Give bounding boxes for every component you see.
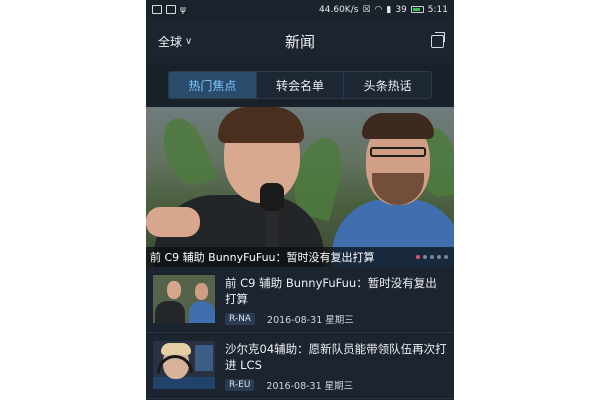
status-bar: ψ 44.60K/s ☒ ◠ ▮ 39 5:11 [146,0,454,19]
status-icons-right: 44.60K/s ☒ ◠ ▮ 39 5:11 [319,5,448,15]
tab-group: 热门焦点 转会名单 头条热话 [168,71,432,99]
nav-bar: 全球 ∨ 新闻 [146,19,454,63]
news-date: 2016-08-31 星期三 [266,381,354,392]
carousel-dot[interactable] [416,255,420,259]
carousel-dot[interactable] [444,255,448,259]
news-info: R-EU 2016-08-31 星期三 [225,378,448,392]
news-item[interactable]: 前 C9 辅助 BunnyFuFuu：暂时没有复出打算 R-NA 2016-08… [146,267,454,333]
news-thumbnail [153,341,215,389]
clock: 5:11 [427,4,448,15]
region-label: 全球 [158,34,183,49]
tab-transfer-list[interactable]: 转会名单 [256,72,345,98]
signal-strength: 39 [395,4,407,15]
news-info: R-NA 2016-08-31 星期三 [225,312,448,326]
tab-headlines[interactable]: 头条热话 [344,72,431,98]
news-list: 前 C9 辅助 BunnyFuFuu：暂时没有复出打算 R-NA 2016-08… [146,267,454,399]
status-icons-left: ψ [152,5,186,15]
network-speed: 44.60K/s [319,4,359,15]
carousel-dots [416,255,448,259]
region-tag: R-EU [225,379,255,391]
carousel-dot[interactable] [430,255,434,259]
tab-bar: 热门焦点 转会名单 头条热话 [146,63,454,107]
signal-icon: ▮ [386,4,392,15]
phone-screen: ψ 44.60K/s ☒ ◠ ▮ 39 5:11 全球 ∨ 新闻 热门焦点 转会… [146,0,454,400]
region-tag: R-NA [225,313,256,325]
carousel-dot[interactable] [423,255,427,259]
hero-caption-bar: 前 C9 辅助 BunnyFuFuu：暂时没有复出打算 [146,247,454,267]
mute-icon: ☒ [362,4,371,15]
news-headline: 沙尔克04辅助：愿新队员能带领队伍再次打进 LCS [225,342,447,372]
wifi-icon: ◠ [374,4,383,15]
hero-caption: 前 C9 辅助 BunnyFuFuu：暂时没有复出打算 [150,251,375,264]
news-thumbnail [153,275,215,323]
news-date: 2016-08-31 星期三 [267,315,354,326]
microphone-icon [260,183,284,211]
region-selector[interactable]: 全球 ∨ [158,33,192,50]
news-headline: 前 C9 辅助 BunnyFuFuu：暂时没有复出打算 [225,276,437,306]
news-item[interactable]: 沙尔克04辅助：愿新队员能带领队伍再次打进 LCS R-EU 2016-08-3… [146,333,454,399]
notification-icon [152,5,162,14]
carousel-dot[interactable] [437,255,441,259]
share-icon[interactable] [431,31,445,48]
news-meta: 前 C9 辅助 BunnyFuFuu：暂时没有复出打算 R-NA 2016-08… [225,275,448,332]
usb-icon: ψ [180,4,186,15]
image-icon [166,5,176,14]
tab-hot-focus[interactable]: 热门焦点 [169,72,257,98]
hero-banner[interactable]: 前 C9 辅助 BunnyFuFuu：暂时没有复出打算 [146,107,454,267]
battery-icon [410,6,424,13]
news-meta: 沙尔克04辅助：愿新队员能带领队伍再次打进 LCS R-EU 2016-08-3… [225,341,448,398]
chevron-down-icon: ∨ [185,35,193,47]
